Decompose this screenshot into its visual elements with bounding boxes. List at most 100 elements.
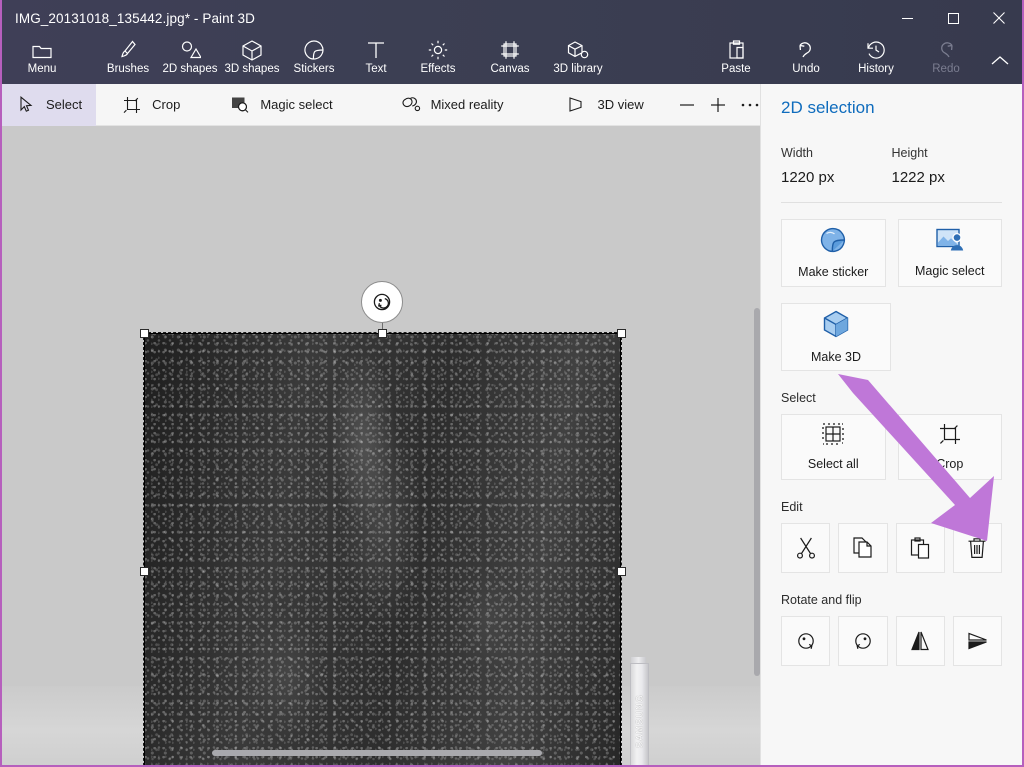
selection-handle-top-left[interactable]	[140, 329, 149, 338]
ribbon-item-canvas[interactable]: Canvas	[482, 36, 538, 84]
primary-actions-row-1: Make sticker Magic select	[781, 219, 1002, 287]
make-sticker-button[interactable]: Make sticker	[781, 219, 886, 287]
height-value: 1222 px	[891, 169, 945, 186]
ellipsis-icon	[741, 103, 759, 106]
ribbon-actions-group: Paste Undo History Redo	[708, 36, 974, 84]
ribbon-spacer	[606, 36, 708, 84]
window-controls	[884, 0, 1022, 36]
window-title: IMG_20131018_135442.jpg* - Paint 3D	[15, 10, 255, 26]
library-3d-icon	[567, 39, 589, 61]
tool-label-select: Select	[46, 97, 83, 112]
ribbon-label-brushes: Brushes	[106, 63, 150, 75]
select-all-label: Select all	[807, 457, 859, 471]
height-label: Height	[891, 146, 928, 160]
select-section-label: Select	[781, 391, 816, 405]
plus-icon	[711, 97, 726, 112]
close-button[interactable]	[976, 0, 1022, 36]
redo-icon	[937, 39, 955, 61]
crop-icon	[939, 423, 961, 450]
ribbon-item-3d-library[interactable]: 3D library	[550, 36, 606, 84]
ribbon-item-stickers[interactable]: Stickers	[286, 36, 342, 84]
ribbon-item-3d-shapes[interactable]: 3D shapes	[224, 36, 280, 84]
delete-button[interactable]	[952, 523, 1002, 573]
selection-handle-top-right[interactable]	[617, 329, 626, 338]
primary-actions-row-2: Make 3D	[781, 303, 1002, 371]
select-all-button[interactable]: Select all	[781, 414, 886, 480]
rotate-section-buttons	[781, 616, 1002, 666]
rotate-handle[interactable]	[361, 281, 403, 323]
maximize-button[interactable]	[930, 0, 976, 36]
ribbon-item-undo[interactable]: Undo	[778, 36, 834, 84]
copy-button[interactable]	[838, 523, 888, 573]
ribbon-item-menu[interactable]: Menu	[10, 36, 74, 84]
width-label: Width	[781, 146, 813, 160]
ribbon-item-history[interactable]: History	[848, 36, 904, 84]
cube-icon	[242, 39, 262, 61]
select-section-buttons: Select all Crop	[781, 414, 1002, 480]
ribbon-item-text[interactable]: Text	[348, 36, 404, 84]
rotate-right-button[interactable]	[838, 616, 888, 666]
ribbon-collapse-button[interactable]	[978, 36, 1022, 84]
ribbon-label-3d-shapes: 3D shapes	[224, 63, 280, 75]
canvas-horizontal-scrollbar[interactable]	[212, 750, 542, 756]
more-options-button[interactable]	[740, 84, 760, 126]
ribbon-label-effects: Effects	[420, 63, 456, 75]
panel-title: 2D selection	[781, 98, 875, 117]
mixed-reality-icon	[401, 96, 421, 113]
magic-select-label: Magic select	[915, 264, 985, 278]
ribbon-item-effects[interactable]: Effects	[410, 36, 466, 84]
rotate-ccw-icon	[797, 633, 814, 649]
selection-handle-middle-right[interactable]	[617, 567, 626, 576]
make-3d-label: Make 3D	[810, 350, 862, 364]
main-ribbon: Menu Brushes 2D shapes 3D shapes Sticker…	[2, 36, 1022, 84]
paste-button[interactable]	[895, 523, 945, 573]
flip-vertical-button[interactable]	[952, 616, 1002, 666]
tool-label-magic-select: Magic select	[260, 97, 333, 112]
zoom-out-button[interactable]	[678, 84, 697, 126]
flip-horizontal-button[interactable]	[895, 616, 945, 666]
select-all-icon	[822, 423, 844, 450]
ribbon-label-text: Text	[365, 63, 387, 75]
selection-handle-middle-left[interactable]	[140, 567, 149, 576]
shapes-2d-icon	[179, 39, 201, 61]
panel-divider	[781, 202, 1002, 203]
rotate-handle-icon	[373, 293, 391, 311]
width-field: Width 1220 px	[781, 146, 892, 186]
tool-3d-view[interactable]: 3D view	[554, 84, 658, 126]
copy-icon	[853, 537, 872, 558]
magic-select-button[interactable]: Magic select	[897, 219, 1002, 287]
ribbon-item-brushes[interactable]: Brushes	[100, 36, 156, 84]
paste-icon	[911, 537, 930, 559]
flip-horizontal-icon	[911, 631, 930, 651]
tool-crop[interactable]: Crop	[108, 84, 194, 126]
panel-crop-button[interactable]: Crop	[897, 414, 1002, 480]
title-bar: IMG_20131018_135442.jpg* - Paint 3D	[2, 0, 1022, 36]
cursor-icon	[16, 96, 36, 113]
cube-blue-icon	[823, 310, 849, 343]
selection-handle-top-center[interactable]	[378, 329, 387, 338]
minimize-button[interactable]	[884, 0, 930, 36]
cut-button[interactable]	[781, 523, 831, 573]
ribbon-label-2d-shapes: 2D shapes	[162, 63, 218, 75]
clipboard-icon	[728, 39, 745, 61]
ribbon-label-canvas: Canvas	[490, 63, 530, 75]
flip-vertical-icon	[968, 632, 988, 650]
text-icon	[367, 39, 385, 61]
make-3d-button[interactable]: Make 3D	[781, 303, 891, 371]
tool-label-3d-view: 3D view	[597, 97, 644, 112]
tool-select[interactable]: Select	[2, 83, 97, 126]
view-3d-icon	[568, 96, 588, 113]
ribbon-item-paste[interactable]: Paste	[708, 36, 764, 84]
make-sticker-label: Make sticker	[798, 265, 869, 279]
ribbon-label-3d-library: 3D library	[553, 63, 603, 75]
tool-magic-select[interactable]: Magic select	[216, 84, 346, 126]
tool-mixed-reality[interactable]: Mixed reality	[387, 84, 518, 126]
canvas-area[interactable]: SAMSUNG Cadbury DAIRY MILK	[2, 126, 764, 765]
zoom-in-button[interactable]	[709, 84, 728, 126]
properties-panel: 2D selection Width 1220 px Height 1222 p…	[760, 84, 1022, 765]
ribbon-item-2d-shapes[interactable]: 2D shapes	[162, 36, 218, 84]
edit-section-buttons	[781, 523, 1002, 573]
rotate-left-button[interactable]	[781, 616, 831, 666]
ribbon-label-menu: Menu	[27, 63, 57, 75]
selected-image-region[interactable]	[143, 332, 622, 765]
